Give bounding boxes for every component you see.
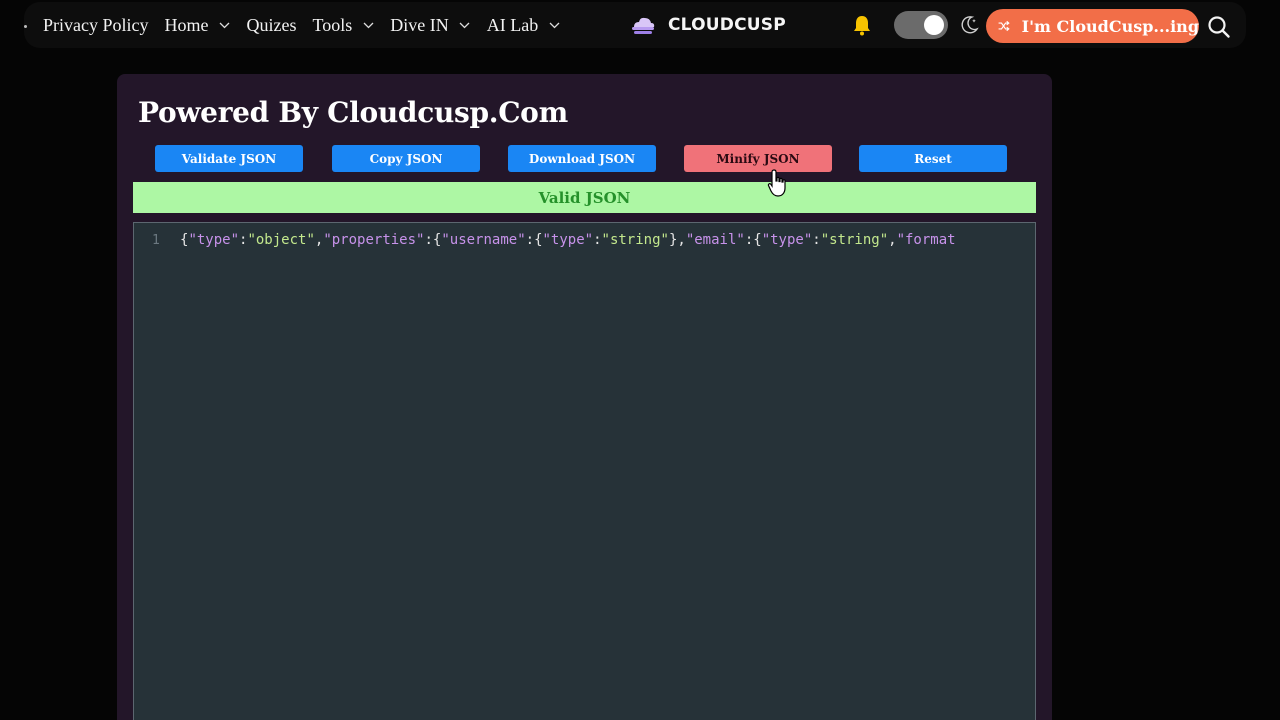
nav-item-label: Quizes	[246, 14, 297, 35]
chevron-down-icon	[362, 19, 374, 31]
chevron-down-icon	[459, 19, 471, 31]
nav-item-privacy-policy[interactable]: Privacy Policy	[43, 15, 149, 36]
bell-icon[interactable]	[850, 13, 874, 37]
code-token-str: "string"	[601, 232, 669, 248]
shuffle-icon	[998, 20, 1010, 32]
cta-label: I'm CloudCusp...ing	[1021, 16, 1199, 36]
theme-toggle[interactable]	[894, 11, 948, 39]
copy-json-button[interactable]: Copy JSON	[332, 145, 480, 172]
page-title: Powered By Cloudcusp.Com	[138, 96, 568, 129]
code-token-key: "type"	[761, 232, 813, 248]
validation-status: Valid JSON	[133, 182, 1036, 213]
code-token-key: "properties"	[323, 232, 425, 248]
json-tool-card: Powered By Cloudcusp.Com Validate JSON C…	[117, 74, 1052, 720]
brand-link[interactable]: CLOUDCUSP	[630, 2, 786, 48]
minify-json-button[interactable]: Minify JSON	[684, 145, 832, 172]
code-token-key: "email"	[685, 232, 745, 248]
cloud-logo-icon	[630, 14, 656, 36]
nav-item-home[interactable]: Home	[165, 15, 231, 36]
code-token-key: "username"	[441, 232, 526, 248]
reset-button[interactable]: Reset	[859, 145, 1007, 172]
nav-item-ai-lab[interactable]: AI Lab	[487, 15, 560, 36]
nav-item-label: Privacy Policy	[43, 14, 149, 35]
nav-item-label: Home	[164, 14, 209, 35]
nav-item-quizes[interactable]: Quizes	[247, 15, 297, 36]
code-token-pun: :{	[424, 232, 442, 248]
im-cloudcusping-button[interactable]: I'm CloudCusp...ing	[986, 9, 1199, 43]
nav-item-dive-in[interactable]: Dive IN	[390, 15, 470, 36]
nav-item-label: AI Lab	[486, 14, 539, 35]
nav-actions	[850, 2, 980, 48]
code-token-pun: :	[812, 232, 821, 248]
chevron-down-icon	[219, 19, 231, 31]
toggle-knob	[924, 15, 944, 35]
brand-name: CLOUDCUSP	[668, 15, 786, 35]
nav-dot	[24, 25, 27, 28]
search-icon[interactable]	[1207, 15, 1231, 39]
nav-menu: Privacy Policy Home Quizes Tools Dive IN…	[43, 15, 576, 36]
code-token-key: "format	[896, 232, 956, 248]
nav-item-label: Dive IN	[390, 14, 449, 35]
download-json-button[interactable]: Download JSON	[508, 145, 656, 172]
json-editor[interactable]: 1 {"type":"object","properties":{"userna…	[133, 222, 1036, 720]
code-token-pun: },	[668, 232, 686, 248]
code-token-pun: :	[593, 232, 602, 248]
code-token-pun: :{	[744, 232, 762, 248]
code-line[interactable]: {"type":"object","properties":{"username…	[180, 232, 956, 248]
nav-item-label: Tools	[312, 14, 353, 35]
code-token-str: "object"	[247, 232, 315, 248]
top-navbar: Privacy Policy Home Quizes Tools Dive IN…	[24, 2, 1246, 48]
code-token-pun: :{	[525, 232, 543, 248]
moon-icon	[961, 16, 979, 34]
nav-item-tools[interactable]: Tools	[312, 15, 374, 36]
code-token-pun: ,	[888, 232, 897, 248]
code-token-str: "string"	[820, 232, 889, 248]
validate-json-button[interactable]: Validate JSON	[155, 145, 303, 172]
code-token-key: "type"	[188, 232, 240, 248]
line-number: 1	[152, 233, 160, 248]
chevron-down-icon	[548, 19, 560, 31]
code-token-key: "type"	[542, 232, 594, 248]
